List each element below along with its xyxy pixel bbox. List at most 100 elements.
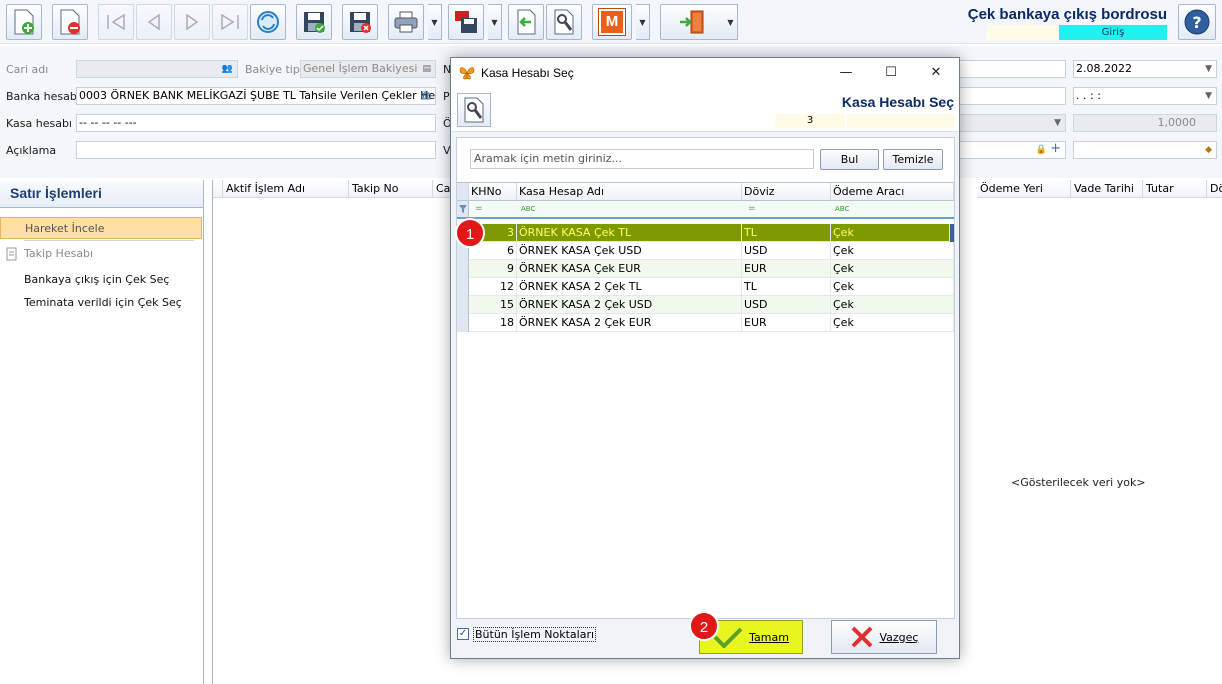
import-button[interactable]	[508, 4, 544, 40]
time-field[interactable]: . . : : ▼	[1073, 87, 1217, 105]
clear-button[interactable]: Temizle	[883, 149, 943, 170]
exit-icon	[680, 10, 704, 34]
col-aktif-islem[interactable]: Aktif İşlem Adı	[223, 180, 349, 198]
table-row[interactable]: 15 ÖRNEK KASA 2 Çek USD USD Çek	[457, 296, 954, 314]
banka-field[interactable]: 0003 ÖRNEK BANK MELİKGAZİ ŞUBE TL Tahsil…	[76, 87, 436, 105]
pdf-icon	[455, 11, 477, 33]
tool-button[interactable]	[546, 4, 582, 40]
doc-field[interactable]	[958, 87, 1066, 105]
dialog-tool-button[interactable]	[457, 93, 491, 127]
table-row[interactable]: 18 ÖRNEK KASA 2 Çek EUR EUR Çek	[457, 314, 954, 332]
m-icon: M	[598, 8, 626, 36]
close-button[interactable]: ✕	[924, 64, 948, 82]
minimize-button[interactable]: —	[834, 64, 858, 82]
pdf-button[interactable]	[448, 4, 484, 40]
cash-account-grid: KHNo Kasa Hesap Adı Döviz Ödeme Aracı = …	[457, 182, 954, 544]
nav-bankaya-cikis[interactable]: Bankaya çıkış için Çek Seç	[0, 269, 202, 291]
col-khno[interactable]: KHNo	[469, 182, 517, 201]
dialog-heading: Kasa Hesabı Seç	[841, 94, 954, 110]
pdf-dropdown[interactable]: ▼	[488, 4, 502, 40]
last-record-button[interactable]	[212, 4, 248, 40]
cell-odeme: Çek	[831, 314, 954, 332]
col-doviz[interactable]: Döviz	[742, 182, 831, 201]
first-record-button[interactable]	[98, 4, 134, 40]
save-button[interactable]	[296, 4, 332, 40]
nav-teminata-verildi[interactable]: Teminata verildi için Çek Seç	[0, 292, 202, 314]
cell-khno: 12	[469, 278, 517, 296]
tag-field[interactable]: ◆	[1073, 141, 1217, 159]
tool-icon	[554, 9, 574, 35]
col-doviz[interactable]: Döv	[1207, 180, 1222, 198]
exit-dropdown[interactable]: ▼	[724, 4, 738, 40]
nav-takip-hesabi[interactable]: Takip Hesabı	[0, 243, 202, 265]
prev-icon	[147, 13, 160, 31]
filter-khno[interactable]: =	[475, 201, 483, 217]
row-indicator	[457, 296, 469, 314]
filter-odeme[interactable]: ABC	[835, 201, 849, 217]
import-icon	[517, 9, 536, 35]
rate-value: 1,0000	[1157, 116, 1197, 129]
nav-separator	[24, 240, 194, 241]
rate-field[interactable]: 1,0000	[1073, 114, 1217, 132]
aciklama-field[interactable]	[76, 141, 436, 159]
nav-takip-hesabi-label: Takip Hesabı	[24, 247, 94, 260]
cell-doviz: EUR	[742, 260, 831, 278]
print-button[interactable]	[388, 4, 424, 40]
number-field[interactable]	[958, 60, 1066, 78]
print-dropdown[interactable]: ▼	[428, 4, 442, 40]
new-button[interactable]	[6, 4, 42, 40]
document-icon	[6, 247, 17, 261]
table-row[interactable]: 9 ÖRNEK KASA Çek EUR EUR Çek	[457, 260, 954, 278]
step-badge-2: 2	[689, 611, 719, 641]
cell-khno: 15	[469, 296, 517, 314]
maximize-button[interactable]: ☐	[879, 64, 903, 82]
close-icon	[851, 626, 872, 648]
col-kasa-hesap-adi[interactable]: Kasa Hesap Adı	[517, 182, 742, 201]
row-indicator	[457, 260, 469, 278]
table-row[interactable]: 3 ÖRNEK KASA Çek TL TL Çek	[457, 224, 954, 242]
next-record-button[interactable]	[174, 4, 210, 40]
exit-button[interactable]	[660, 4, 726, 40]
grid-indicator-header	[213, 180, 223, 198]
help-button[interactable]: ?	[1178, 4, 1216, 40]
record-count: 3	[775, 114, 845, 128]
m-dropdown[interactable]: ▼	[636, 4, 650, 40]
currency-field[interactable]: ▼	[958, 114, 1066, 132]
col-takip-no[interactable]: Takip No	[349, 180, 433, 198]
time-value: . . : :	[1076, 89, 1101, 102]
cari-field[interactable]: 👥	[76, 60, 238, 78]
col-tutar[interactable]: Tutar	[1143, 180, 1207, 198]
delete-button[interactable]	[52, 4, 88, 40]
kasa-field[interactable]: -- -- -- -- ---	[76, 114, 436, 132]
refresh-button[interactable]	[250, 4, 286, 40]
row-indicator	[457, 314, 469, 332]
filter-name[interactable]: ABC	[521, 201, 535, 217]
cell-odeme: Çek	[831, 242, 954, 260]
search-input[interactable]: Aramak için metin giriniz...	[470, 149, 814, 169]
mode-spacer	[987, 25, 1058, 40]
main-toolbar: ▼ ▼ M ▼ ▼ Çek bankaya çıkış bordrosu Gir…	[0, 0, 1222, 44]
nav-hareket-incele[interactable]: Hareket İncele	[0, 217, 202, 239]
project-field[interactable]: 🔒 +	[958, 141, 1066, 159]
table-row[interactable]: 6 ÖRNEK KASA Çek USD USD Çek	[457, 242, 954, 260]
svg-text:?: ?	[1192, 13, 1201, 32]
prev-record-button[interactable]	[136, 4, 172, 40]
cancel-label: Vazgeç	[879, 630, 919, 644]
table-row[interactable]: 12 ÖRNEK KASA 2 Çek TL TL Çek	[457, 278, 954, 296]
cell-name: ÖRNEK KASA Çek USD	[517, 242, 742, 260]
col-vade-tarihi[interactable]: Vade Tarihi	[1071, 180, 1143, 198]
cell-name: ÖRNEK KASA 2 Çek EUR	[517, 314, 742, 332]
save-cancel-button[interactable]	[342, 4, 378, 40]
cancel-button[interactable]: Vazgeç	[831, 620, 937, 654]
bakiye-field[interactable]: Genel İşlem Bakiyesi ▤	[300, 60, 436, 78]
col-odeme-araci[interactable]: Ödeme Aracı	[831, 182, 954, 201]
butterfly-icon	[459, 67, 475, 80]
col-odeme-yeri[interactable]: Ödeme Yeri	[977, 180, 1071, 198]
m-button[interactable]: M	[592, 4, 632, 40]
find-button[interactable]: Bul	[820, 149, 879, 170]
all-points-label: Bütün İşlem Noktaları	[473, 627, 597, 642]
date-field[interactable]: 2.08.2022 ▼	[1073, 60, 1217, 78]
banka-label: Banka hesabı	[6, 90, 80, 103]
filter-doviz[interactable]: =	[748, 201, 756, 217]
dialog-titlebar[interactable]: Kasa Hesabı Seç — ☐ ✕	[451, 58, 959, 88]
